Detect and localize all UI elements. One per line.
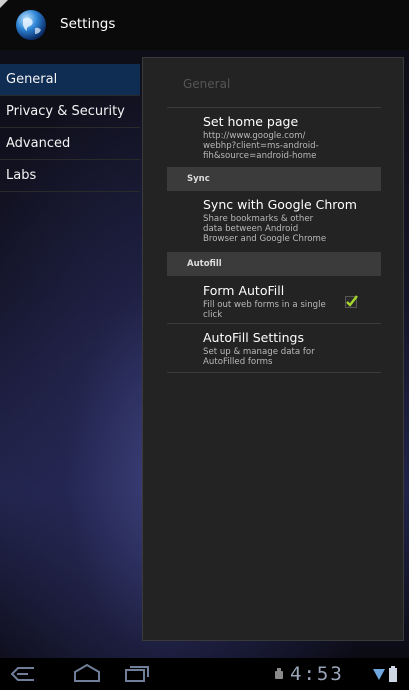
sidebar-item-labs[interactable]: Labs	[0, 160, 140, 192]
pref-title: AutoFill Settings	[203, 330, 304, 345]
divider	[167, 323, 381, 324]
battery-icon	[389, 666, 397, 682]
recent-apps-icon[interactable]	[124, 664, 150, 682]
action-bar: Settings	[0, 0, 409, 50]
pref-summary: Share bookmarks & other data between And…	[203, 214, 327, 244]
divider	[167, 107, 381, 108]
status-clock: 4:53	[290, 663, 344, 685]
set-home-page-preference[interactable]: Set home page http://www.google.com/ web…	[203, 114, 378, 161]
system-bar: 4:53	[0, 658, 409, 690]
android-debug-icon	[275, 668, 283, 679]
pref-summary: http://www.google.com/ webhp?client=ms-a…	[203, 131, 319, 161]
app-title: Settings	[60, 16, 116, 32]
pref-title: Sync with Google Chrom	[203, 197, 357, 212]
sidebar-item-general[interactable]: General	[0, 64, 140, 96]
globe-icon[interactable]	[14, 8, 48, 42]
pref-summary: Fill out web forms in a single click	[203, 300, 326, 320]
category-header-autofill: Autofill	[167, 252, 381, 276]
settings-sidebar: General Privacy & Security Advanced Labs	[0, 64, 140, 192]
pref-title: Form AutoFill	[203, 283, 285, 298]
sidebar-item-advanced[interactable]: Advanced	[0, 128, 140, 160]
pref-title: Set home page	[203, 114, 299, 129]
pref-summary: Set up & manage data for AutoFilled form…	[203, 347, 315, 367]
autofill-settings-preference[interactable]: AutoFill Settings Set up & manage data f…	[203, 330, 378, 367]
form-autofill-preference[interactable]: Form AutoFill Fill out web forms in a si…	[203, 283, 338, 320]
settings-panel: General Set home page http://www.google.…	[142, 57, 404, 641]
back-icon[interactable]	[10, 666, 36, 682]
home-icon[interactable]	[73, 663, 101, 683]
category-header-sync: Sync	[167, 167, 381, 191]
divider	[167, 372, 381, 373]
sync-with-chrome-preference[interactable]: Sync with Google Chrom Share bookmarks &…	[203, 197, 378, 244]
sidebar-item-privacy-security[interactable]: Privacy & Security	[0, 96, 140, 128]
wifi-icon	[373, 669, 385, 680]
form-autofill-checkbox[interactable]	[345, 294, 359, 308]
corner-mark	[0, 0, 8, 8]
panel-title: General	[183, 77, 231, 91]
